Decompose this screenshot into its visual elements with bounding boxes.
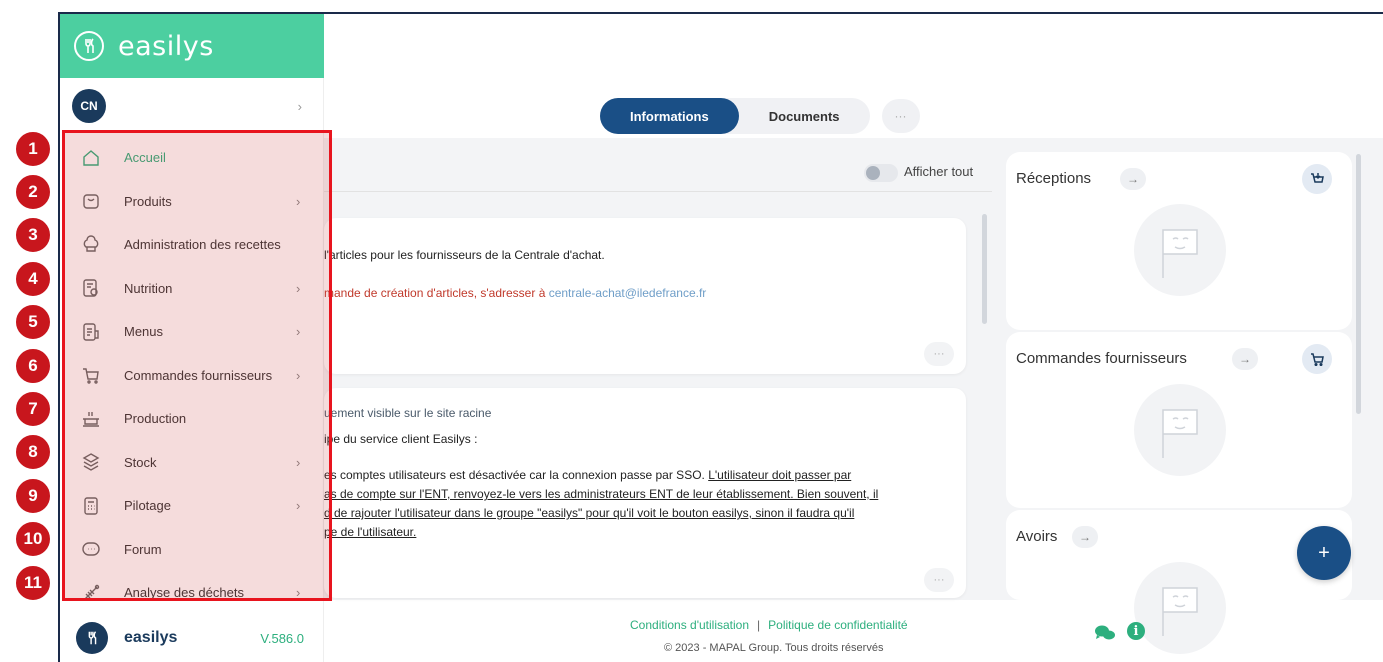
main-content: Informations Documents ··· Afficher tout… (324, 14, 1383, 662)
widget-commandes: Commandes fournisseurs → (1006, 332, 1352, 508)
widget-title: Avoirs (1016, 528, 1058, 545)
annotation-badge: 5 (14, 303, 52, 341)
terms-link[interactable]: Conditions d'utilisation (630, 618, 749, 632)
empty-flag-icon (1134, 204, 1226, 296)
add-button[interactable]: + (1297, 526, 1351, 580)
widget-title: Commandes fournisseurs (1016, 350, 1187, 367)
copyright: © 2023 - MAPAL Group. Tous droits réserv… (664, 642, 884, 654)
filter-bar: Afficher tout (324, 154, 992, 192)
footer-brand: easilys V.586.0 (60, 612, 324, 662)
scrollbar[interactable] (982, 214, 987, 324)
version-label: V.586.0 (260, 630, 304, 646)
utensils-logo-icon (76, 622, 108, 654)
toggle-knob (866, 166, 880, 180)
annotation-badge: 10 (14, 520, 52, 558)
chevron-right-icon: › (297, 98, 302, 114)
card-text: es comptes utilisateurs est désactivée c… (324, 468, 709, 482)
empty-flag-icon (1134, 384, 1226, 476)
card-more-button[interactable]: ··· (924, 342, 954, 366)
arrow-right-icon[interactable]: → (1120, 168, 1146, 190)
brand-header[interactable]: easilys (60, 14, 324, 78)
card-text: L'utilisateur doit passer par (708, 468, 852, 482)
reception-icon[interactable] (1302, 164, 1332, 194)
tab-group: Informations Documents (600, 98, 870, 134)
card-text-line: l'articles pour les fournisseurs de la C… (324, 248, 605, 262)
card-more-button[interactable]: ··· (924, 568, 954, 592)
footer-separator: | (757, 618, 761, 632)
annotation-badge: 1 (14, 130, 52, 168)
footer-brand-name: easilys (124, 629, 178, 646)
tab-bar: Informations Documents ··· (600, 98, 920, 134)
cart-icon[interactable] (1302, 344, 1332, 374)
tab-more-button[interactable]: ··· (881, 99, 920, 133)
card-text-line: d de rajouter l'utilisateur dans le grou… (324, 506, 855, 520)
card-text-line: as de compte sur l'ENT, renvoyez-le vers… (324, 487, 879, 501)
card-text-line: es comptes utilisateurs est désactivée c… (324, 468, 851, 482)
card-text-line: pe de l'utilisateur. (324, 525, 417, 539)
card-text-line: mande de création d'articles, s'adresser… (324, 286, 706, 300)
info-card: uement visible sur le site racine ipe du… (324, 388, 966, 598)
annotation-badge: 11 (14, 564, 52, 602)
show-all-toggle[interactable] (864, 164, 898, 182)
tab-documents[interactable]: Documents (739, 98, 870, 134)
brand-name: easilys (118, 30, 214, 62)
annotation-badge: 6 (14, 347, 52, 385)
empty-flag-icon (1134, 562, 1226, 654)
card-text-line: uement visible sur le site racine (324, 406, 492, 420)
privacy-link[interactable]: Politique de confidentialité (768, 618, 907, 632)
show-all-label: Afficher tout (904, 164, 974, 179)
info-icon[interactable]: i (1127, 622, 1145, 640)
card-text: mande de création d'articles, s'adresser… (324, 286, 549, 300)
avatar: CN (72, 89, 106, 123)
widget-receptions: Réceptions → (1006, 152, 1352, 330)
annotation-badge: 3 (14, 216, 52, 254)
annotation-badge: 7 (14, 390, 52, 428)
user-selector[interactable]: CN › (60, 86, 324, 126)
user-name-field (118, 86, 258, 126)
widget-title: Réceptions (1016, 170, 1092, 187)
arrow-right-icon[interactable]: → (1072, 526, 1098, 548)
annotation-badge: 9 (14, 477, 52, 515)
info-card: l'articles pour les fournisseurs de la C… (324, 218, 966, 374)
annotation-badge: 4 (14, 260, 52, 298)
menu-highlight-box (62, 130, 332, 601)
arrow-right-icon[interactable]: → (1232, 348, 1258, 370)
annotation-badge: 2 (14, 173, 52, 211)
scrollbar[interactable] (1356, 154, 1361, 414)
utensils-logo-icon (74, 31, 104, 61)
tab-informations[interactable]: Informations (600, 98, 739, 134)
chat-icon[interactable] (1094, 624, 1116, 647)
footer-links: Conditions d'utilisation | Politique de co… (630, 618, 908, 632)
card-text-line: ipe du service client Easilys : (324, 432, 478, 446)
email-link[interactable]: centrale-achat@iledefrance.fr (549, 286, 707, 300)
annotation-badge: 8 (14, 433, 52, 471)
